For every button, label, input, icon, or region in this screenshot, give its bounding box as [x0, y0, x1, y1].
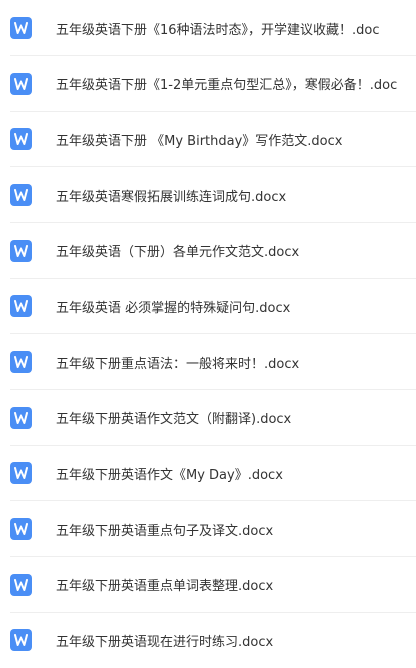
file-name: 五年级下册英语现在进行时练习.docx [56, 634, 274, 650]
file-row[interactable]: 五年级下册英语重点单词表整理.docx [0, 557, 416, 613]
file-row[interactable]: 五年级下册英语现在进行时练习.docx [0, 612, 416, 668]
file-name: 五年级下册英语重点句子及译文.docx [56, 523, 274, 539]
word-document-icon [10, 406, 32, 429]
file-name: 五年级英语寒假拓展训练连词成句.docx [56, 189, 287, 205]
file-name: 五年级下册英语作文《My Day》.docx [56, 467, 283, 483]
file-row[interactable]: 五年级下册重点语法：一般将来时！.docx [0, 334, 416, 391]
file-row[interactable]: 五年级英语下册《16种语法时态》，开学建议收藏！.doc [0, 0, 416, 56]
word-document-icon [10, 629, 32, 652]
file-name: 五年级英语（下册）各单元作文范文.docx [56, 245, 300, 261]
word-document-icon [10, 17, 32, 39]
file-row[interactable]: 五年级下册英语作文范文（附翻译).docx [0, 390, 416, 446]
word-document-icon [10, 573, 32, 596]
word-document-icon [10, 184, 32, 206]
file-name: 五年级英语下册《1-2单元重点句型汇总》，寒假必备！.doc [56, 78, 398, 94]
file-row[interactable]: 五年级下册英语作文《My Day》.docx [0, 445, 416, 502]
file-row[interactable]: 五年级英语下册《1-2单元重点句型汇总》，寒假必备！.doc [0, 56, 416, 112]
file-name: 五年级下册重点语法：一般将来时！.docx [56, 356, 300, 372]
file-name: 五年级下册英语重点单词表整理.docx [56, 579, 274, 595]
word-document-icon [10, 518, 32, 541]
file-list: 五年级英语下册《16种语法时态》，开学建议收藏！.doc 五年级英语下册《1-2单… [0, 0, 416, 668]
word-document-icon [10, 351, 32, 374]
word-document-icon [10, 128, 32, 151]
file-row[interactable]: 五年级英语 必须掌握的特殊疑问句.docx [0, 278, 416, 335]
file-row[interactable]: 五年级英语（下册）各单元作文范文.docx [0, 223, 416, 279]
word-document-icon [10, 239, 32, 262]
file-row[interactable]: 五年级英语下册 《My Birthday》写作范文.docx [0, 111, 416, 168]
file-name: 五年级英语下册《16种语法时态》，开学建议收藏！.doc [56, 22, 380, 38]
file-name: 五年级英语下册 《My Birthday》写作范文.docx [56, 133, 343, 149]
word-document-icon [10, 295, 32, 318]
file-name: 五年级下册英语作文范文（附翻译).docx [56, 412, 292, 428]
file-name: 五年级英语 必须掌握的特殊疑问句.docx [56, 300, 291, 316]
file-row[interactable]: 五年级英语寒假拓展训练连词成句.docx [0, 167, 416, 223]
file-row[interactable]: 五年级下册英语重点句子及译文.docx [0, 501, 416, 558]
word-document-icon [10, 462, 32, 485]
word-document-icon [10, 72, 32, 95]
